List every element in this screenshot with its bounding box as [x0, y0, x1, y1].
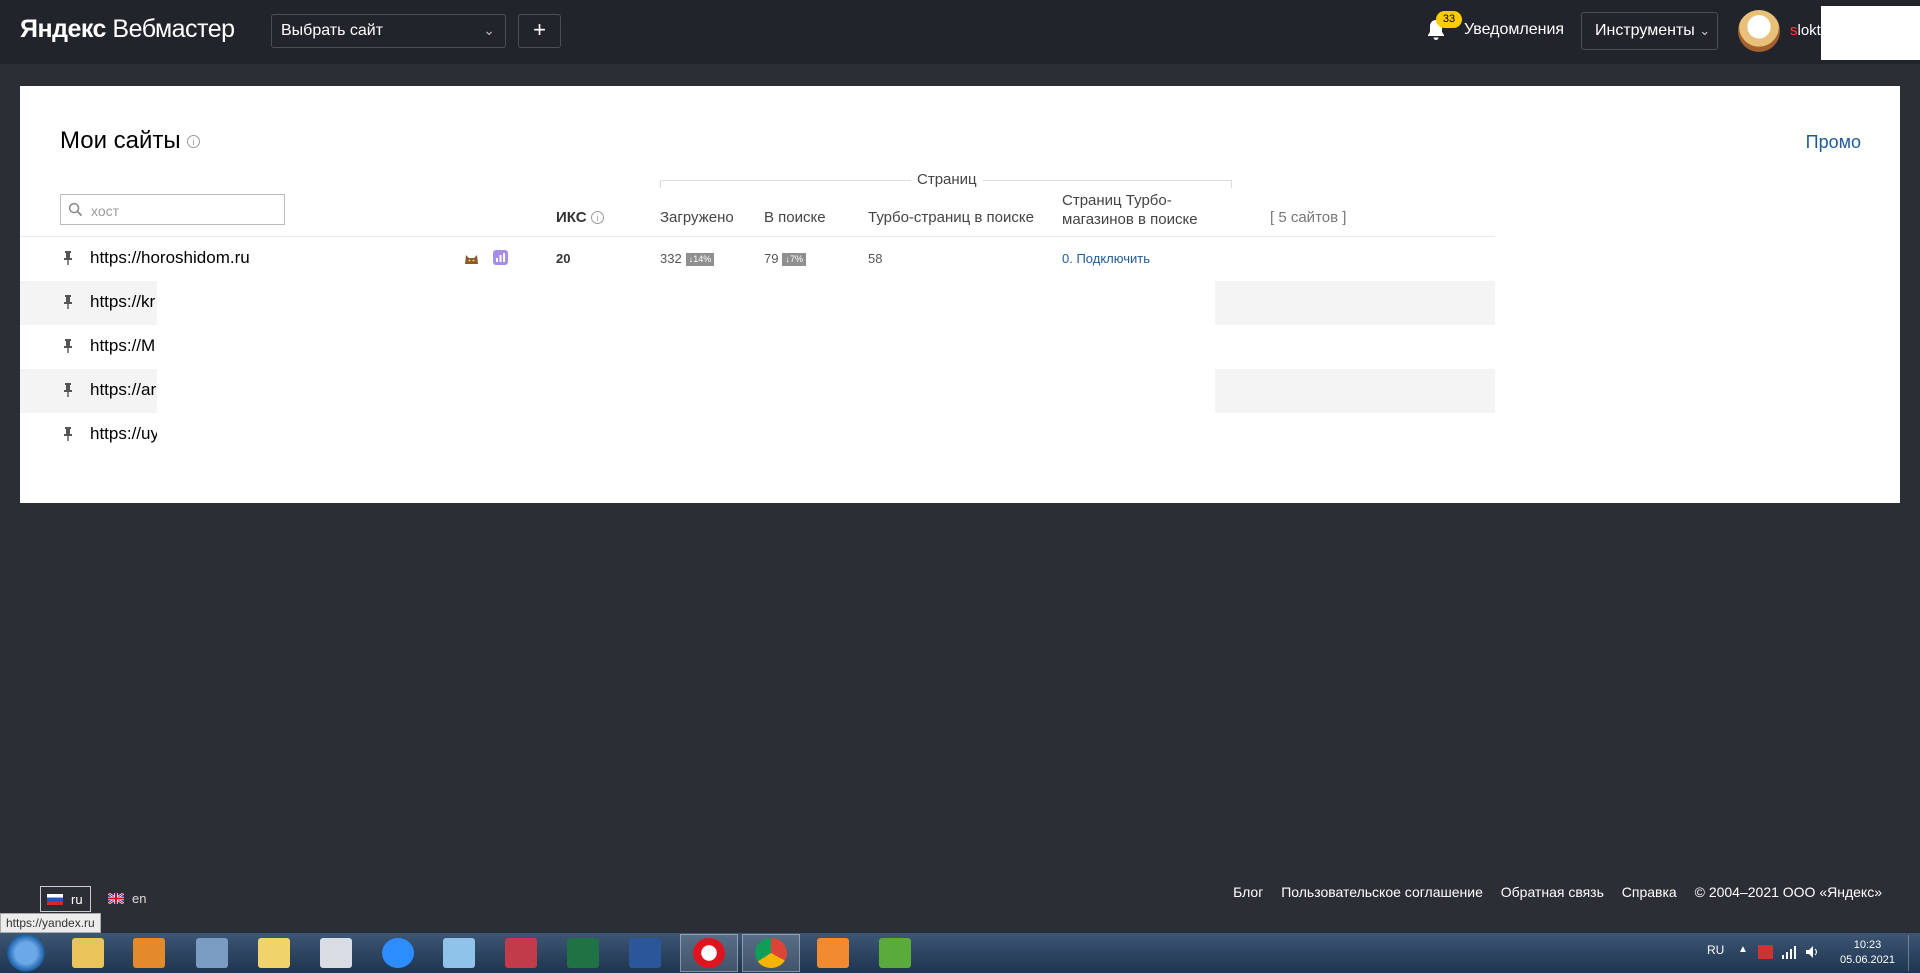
username-first-letter: s: [1790, 22, 1798, 39]
chrome-icon[interactable]: [755, 938, 787, 968]
footer-links: Блог Пользовательское соглашение Обратна…: [1219, 884, 1882, 900]
browser-status-url: https://yandex.ru: [0, 913, 101, 933]
opera-icon[interactable]: [693, 938, 725, 968]
logo-product: Вебмастер: [112, 15, 235, 43]
language-ru-label: ru: [71, 892, 83, 907]
site-select-dropdown[interactable]: Выбрать сайт ⌄: [271, 14, 506, 48]
access-icon[interactable]: [505, 938, 537, 968]
russia-flag-icon: [47, 894, 63, 905]
excel-icon[interactable]: [567, 938, 599, 968]
yandex-webmaster-logo[interactable]: Яндекс Вебмастер: [20, 15, 235, 44]
info-icon[interactable]: i: [187, 135, 200, 148]
column-turbo-in-search[interactable]: Турбо-страниц в поиске: [868, 209, 1034, 226]
pages-group-tick-left: [660, 180, 661, 188]
language-ru-button[interactable]: ru: [40, 886, 91, 912]
tools-dropdown[interactable]: Инструменты ⌄: [1581, 12, 1718, 50]
show-desktop-button[interactable]: [1908, 935, 1919, 971]
taskbar-clock[interactable]: 10:23 05.06.2021: [1830, 938, 1905, 968]
pages-group-label: Страниц: [911, 171, 983, 188]
metrica-icon[interactable]: [492, 249, 509, 266]
chevron-down-icon: ⌄: [1699, 23, 1711, 38]
footer-link-feedback[interactable]: Обратная связь: [1501, 884, 1604, 900]
column-in-search[interactable]: В поиске: [764, 209, 826, 226]
column-iks[interactable]: ИКС: [556, 209, 587, 226]
turbo-cat-icon[interactable]: [463, 249, 480, 266]
green-app-icon[interactable]: [879, 938, 911, 968]
promo-link[interactable]: Промо: [1806, 132, 1861, 153]
in-search-count: 79: [764, 251, 779, 266]
clock-time: 10:23: [1853, 939, 1882, 951]
loaded-count: 332: [660, 251, 682, 266]
add-site-button[interactable]: +: [518, 14, 561, 48]
notepad-icon[interactable]: [443, 938, 475, 968]
loaded-value: 332 ↓14%: [660, 251, 715, 266]
table-row[interactable]: https://horoshidom.ru 20 332 ↓14% 79 ↓7% 5…: [20, 237, 1495, 281]
windows-taskbar: RU ▲ 10:23 05.06.2021: [0, 933, 1920, 973]
action-center-flag-icon[interactable]: [1758, 945, 1773, 959]
page-title: Мои сайты: [60, 127, 181, 154]
zoom-icon[interactable]: [382, 938, 414, 968]
search-input[interactable]: [89, 199, 283, 223]
tray-language[interactable]: RU: [1707, 943, 1724, 957]
copyright: © 2004–2021 ООО «Яндекс»: [1694, 884, 1882, 900]
volume-icon[interactable]: [1805, 945, 1820, 959]
site-url[interactable]: https://horoshidom.ru: [90, 248, 250, 268]
in-search-value: 79 ↓7%: [764, 251, 806, 266]
word-icon[interactable]: [629, 938, 661, 968]
site-url[interactable]: https://M: [90, 336, 155, 356]
redacted-area: [157, 281, 1215, 442]
pin-icon[interactable]: [63, 427, 73, 441]
turbo-value: 58: [868, 251, 883, 266]
logo-brand: Яндекс: [20, 15, 106, 43]
chevron-down-icon: ⌄: [483, 22, 495, 38]
network-signal-icon[interactable]: [1781, 945, 1796, 959]
column-turbo-shops-in-search[interactable]: Страниц Турбо-магазинов в поиске: [1062, 191, 1222, 229]
clock-date: 05.06.2021: [1839, 954, 1896, 966]
site-select-label: Выбрать сайт: [281, 22, 384, 39]
file-explorer-icon[interactable]: [72, 938, 104, 968]
eye-app-icon[interactable]: [817, 938, 849, 968]
user-avatar[interactable]: [1738, 10, 1780, 52]
pages-group-tick-right: [1231, 180, 1232, 188]
info-icon[interactable]: i: [591, 211, 604, 224]
search-icon: [68, 202, 83, 217]
tray-expand-icon[interactable]: ▲: [1738, 944, 1748, 955]
pin-icon[interactable]: [63, 339, 73, 353]
redacted-area: [1821, 6, 1920, 60]
pin-icon[interactable]: [63, 383, 73, 397]
site-url[interactable]: https://uy: [90, 424, 159, 444]
footer-link-blog[interactable]: Блог: [1233, 884, 1263, 900]
start-button[interactable]: [2, 934, 50, 972]
notifications-count-badge: 33: [1436, 11, 1462, 28]
pin-icon[interactable]: [63, 295, 73, 309]
uk-flag-icon: [108, 893, 124, 904]
site-url[interactable]: https://kr: [90, 292, 155, 312]
column-loaded[interactable]: Загружено: [660, 209, 734, 226]
my-sites-panel: Мои сайты i Промо ИКС i Страниц Загружен…: [20, 86, 1900, 503]
webcam-app-icon[interactable]: [320, 938, 352, 968]
language-en-label: en: [132, 891, 147, 906]
loaded-delta-badge: ↓14%: [685, 253, 715, 266]
iks-value: 20: [556, 251, 571, 266]
notifications-label: Уведомления: [1464, 21, 1565, 38]
site-url[interactable]: https://ar: [90, 380, 156, 400]
tools-label: Инструменты: [1595, 22, 1695, 39]
calculator-icon[interactable]: [196, 938, 228, 968]
username[interactable]: slokt: [1790, 22, 1821, 39]
in-search-delta-badge: ↓7%: [782, 253, 806, 266]
pin-icon[interactable]: [63, 251, 73, 265]
media-player-icon[interactable]: [133, 938, 165, 968]
host-search-field[interactable]: [60, 194, 285, 225]
sites-count: [ 5 сайтов ]: [1270, 209, 1347, 226]
sticky-notes-icon[interactable]: [258, 938, 290, 968]
turbo-shop-connect-link[interactable]: 0. Подключить: [1062, 251, 1150, 266]
footer-link-user-agreement[interactable]: Пользовательское соглашение: [1281, 884, 1483, 900]
username-rest: lokt: [1797, 22, 1821, 39]
footer-link-help[interactable]: Справка: [1622, 884, 1677, 900]
top-header: Яндекс Вебмастер Выбрать сайт ⌄ + 33 Уве…: [0, 0, 1920, 64]
